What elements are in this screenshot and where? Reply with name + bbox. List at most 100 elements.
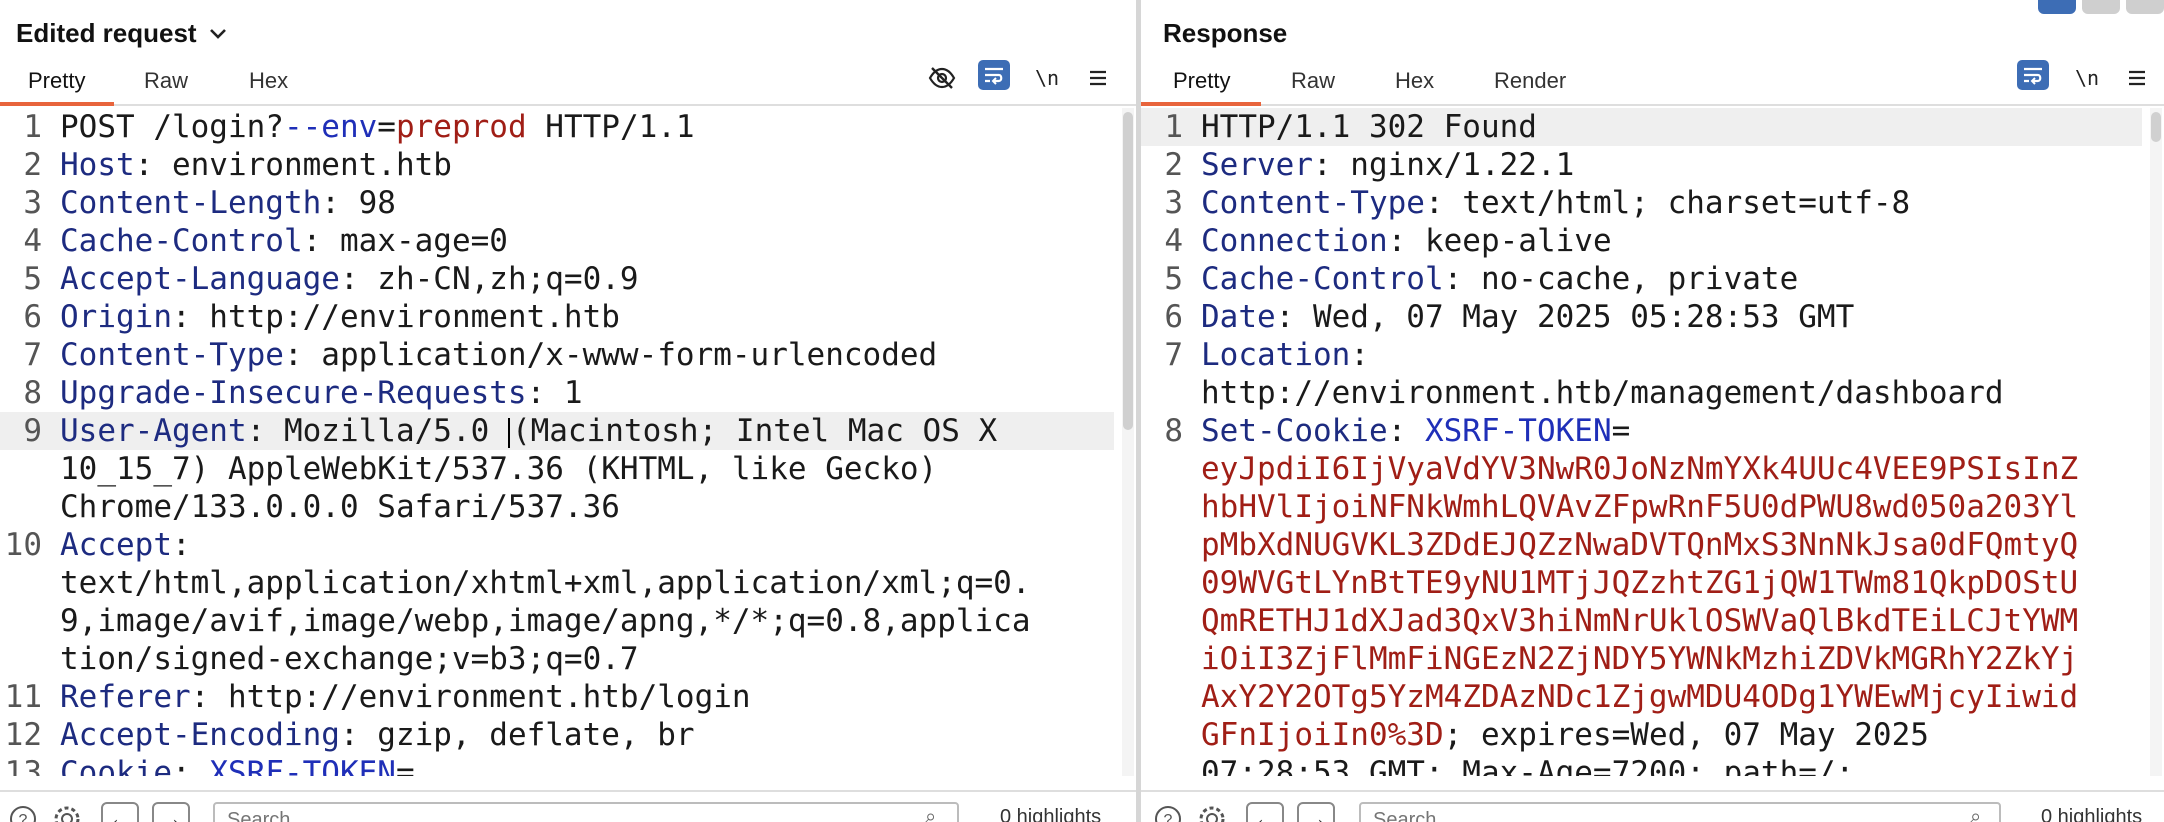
line-text: Content-Length: 98 <box>60 185 396 221</box>
tab-pretty[interactable]: Pretty <box>28 68 85 94</box>
code-line[interactable]: 10_15_7) AppleWebKit/537.36 (KHTML, like… <box>0 450 1114 488</box>
line-number: 5 <box>23 261 42 297</box>
gear-icon[interactable] <box>1197 804 1227 822</box>
eye-slash-icon[interactable] <box>926 62 958 94</box>
tab-pretty[interactable]: Pretty <box>1173 68 1230 94</box>
line-number: 2 <box>1164 147 1183 183</box>
code-line[interactable]: 9 User-Agent: Mozilla/5.0 (Macintosh; Int… <box>0 412 1114 450</box>
wrap-lines-icon[interactable] <box>2017 60 2049 90</box>
tab-hex[interactable]: Hex <box>249 68 288 94</box>
response-panel: Response Pretty Raw Hex Render \n 1 HTTP/… <box>1141 0 2164 822</box>
wrap-lines-icon[interactable] <box>978 60 1010 90</box>
code-line[interactable]: 3 Content-Type: text/html; charset=utf-8 <box>1141 184 2142 222</box>
line-number: 2 <box>23 147 42 183</box>
code-line[interactable]: hbHVlIjoiNFNkWmhLQVAvZFpwRnF5U0dPWU8wd05… <box>1141 488 2142 526</box>
code-line[interactable]: 4 Cache-Control: max-age=0 <box>0 222 1114 260</box>
code-line[interactable]: 9,image/avif,image/webp,image/apng,*/*;q… <box>0 602 1114 640</box>
line-number: 5 <box>1164 261 1183 297</box>
line-number: 6 <box>1164 299 1183 335</box>
tab-raw[interactable]: Raw <box>1291 68 1335 94</box>
request-scrollbar[interactable] <box>1122 108 1134 776</box>
request-tabs: Pretty Raw Hex <box>0 64 1136 106</box>
request-title[interactable]: Edited request <box>16 18 227 49</box>
request-scroll-thumb[interactable] <box>1123 112 1133 430</box>
code-line[interactable]: 3 Content-Length: 98 <box>0 184 1114 222</box>
help-icon[interactable]: ? <box>8 804 38 822</box>
line-text: Date: Wed, 07 May 2025 05:28:53 GMT <box>1201 299 1855 335</box>
line-text: Chrome/133.0.0.0 Safari/537.36 <box>60 489 620 525</box>
line-text: Accept: <box>60 527 191 563</box>
line-text: Cache-Control: max-age=0 <box>60 223 508 259</box>
code-line[interactable]: 07:28:53 GMT; Max-Age=7200; path=/; <box>1141 754 2142 776</box>
line-number: 3 <box>1164 185 1183 221</box>
line-text: Connection: keep-alive <box>1201 223 1612 259</box>
code-line[interactable]: eyJpdiI6IjVyaVdYV3NwR0JoNzNmYXk4UUc4VEE9… <box>1141 450 2142 488</box>
code-line[interactable]: 6 Origin: http://environment.htb <box>0 298 1114 336</box>
layout-rows-icon[interactable] <box>2082 0 2120 14</box>
code-line[interactable]: 8 Set-Cookie: XSRF-TOKEN= <box>1141 412 2142 450</box>
response-scrollbar[interactable] <box>2150 108 2162 776</box>
code-line[interactable]: pMbXdNUGVKL3ZDdEJQZzNwaDVTQnMxS3NnNkJsa0… <box>1141 526 2142 564</box>
line-number: 11 <box>4 679 42 715</box>
newline-icon[interactable]: \n <box>1030 62 1064 94</box>
line-text: Set-Cookie: XSRF-TOKEN= <box>1201 413 1631 449</box>
code-line[interactable]: 13 Cookie: XSRF-TOKEN= <box>0 754 1114 776</box>
code-line[interactable]: 7 Location: <box>1141 336 2142 374</box>
response-editor[interactable]: 1 HTTP/1.1 302 Found 2 Server: nginx/1.22.1… <box>1141 108 2164 776</box>
help-icon[interactable]: ? <box>1153 804 1183 822</box>
code-line[interactable]: 5 Accept-Language: zh-CN,zh;q=0.9 <box>0 260 1114 298</box>
response-scroll-thumb[interactable] <box>2151 112 2161 142</box>
search-input[interactable] <box>213 802 959 822</box>
tab-hex[interactable]: Hex <box>1395 68 1434 94</box>
code-line[interactable]: 11 Referer: http://environment.htb/login <box>0 678 1114 716</box>
hamburger-menu-icon[interactable] <box>1082 62 1114 94</box>
tab-render[interactable]: Render <box>1494 68 1566 94</box>
code-line[interactable]: iOiI3ZjFlMmFiNGEzN2ZjNDY5YWNkMzhiZDVkMGR… <box>1141 640 2142 678</box>
code-line[interactable]: 8 Upgrade-Insecure-Requests: 1 <box>0 374 1114 412</box>
code-line[interactable]: 09WVGtLYnBtTE9yNU1MTjJQZzhtZG1jQW1TWm81Q… <box>1141 564 2142 602</box>
layout-columns-icon[interactable] <box>2038 0 2076 14</box>
chevron-down-icon[interactable] <box>209 28 227 40</box>
arrow-right-icon[interactable]: → <box>1297 802 1335 822</box>
code-line[interactable]: 1 POST /login?--env=preprod HTTP/1.1 <box>0 108 1114 146</box>
search-input[interactable] <box>1359 802 2001 822</box>
arrow-right-icon[interactable]: → <box>152 802 190 822</box>
line-number: 7 <box>1164 337 1183 373</box>
svg-text:?: ? <box>19 812 28 822</box>
line-text: Referer: http://environment.htb/login <box>60 679 751 715</box>
code-line[interactable]: tion/signed-exchange;v=b3;q=0.7 <box>0 640 1114 678</box>
code-line[interactable]: 10 Accept: <box>0 526 1114 564</box>
magnifier-icon: ⌕ <box>1970 806 1982 822</box>
gear-icon[interactable] <box>52 804 82 822</box>
code-line[interactable]: 6 Date: Wed, 07 May 2025 05:28:53 GMT <box>1141 298 2142 336</box>
arrow-left-icon[interactable]: ← <box>101 802 139 822</box>
line-text: POST /login?--env=preprod HTTP/1.1 <box>60 109 695 145</box>
code-line[interactable]: 1 HTTP/1.1 302 Found <box>1141 108 2142 146</box>
code-line[interactable]: http://environment.htb/management/dashbo… <box>1141 374 2142 412</box>
line-number: 13 <box>4 755 42 776</box>
tab-raw[interactable]: Raw <box>144 68 188 94</box>
layout-tabs-icon[interactable] <box>2126 0 2164 14</box>
code-line[interactable]: AxY2Y2OTg5YzM4ZDAzNDc1ZjgwMDU4ODg1YWEwMj… <box>1141 678 2142 716</box>
code-line[interactable]: 7 Content-Type: application/x-www-form-ur… <box>0 336 1114 374</box>
line-text: QmRETHJ1dXJad3QxV3hiNmNrUklOSWVaQlBkdTEi… <box>1201 603 2079 639</box>
request-editor[interactable]: 1 POST /login?--env=preprod HTTP/1.1 2 Host… <box>0 108 1136 776</box>
arrow-left-icon[interactable]: ← <box>1246 802 1284 822</box>
line-number: 4 <box>1164 223 1183 259</box>
line-text: Origin: http://environment.htb <box>60 299 620 335</box>
newline-icon[interactable]: \n <box>2070 62 2104 94</box>
code-line[interactable]: QmRETHJ1dXJad3QxV3hiNmNrUklOSWVaQlBkdTEi… <box>1141 602 2142 640</box>
line-text: HTTP/1.1 302 Found <box>1201 109 1537 145</box>
code-line[interactable]: Chrome/133.0.0.0 Safari/537.36 <box>0 488 1114 526</box>
request-search-bar: ? ← → ⌕ 0 highlights <box>0 790 1136 822</box>
code-line[interactable]: 2 Host: environment.htb <box>0 146 1114 184</box>
code-line[interactable]: 2 Server: nginx/1.22.1 <box>1141 146 2142 184</box>
code-line[interactable]: GFnIjoiIn0%3D; expires=Wed, 07 May 2025 <box>1141 716 2142 754</box>
code-line[interactable]: 4 Connection: keep-alive <box>1141 222 2142 260</box>
code-line[interactable]: text/html,application/xhtml+xml,applicat… <box>0 564 1114 602</box>
line-text: Content-Type: application/x-www-form-url… <box>60 337 938 373</box>
hamburger-menu-icon[interactable] <box>2121 62 2153 94</box>
code-line[interactable]: 12 Accept-Encoding: gzip, deflate, br <box>0 716 1114 754</box>
line-number: 4 <box>23 223 42 259</box>
code-line[interactable]: 5 Cache-Control: no-cache, private <box>1141 260 2142 298</box>
